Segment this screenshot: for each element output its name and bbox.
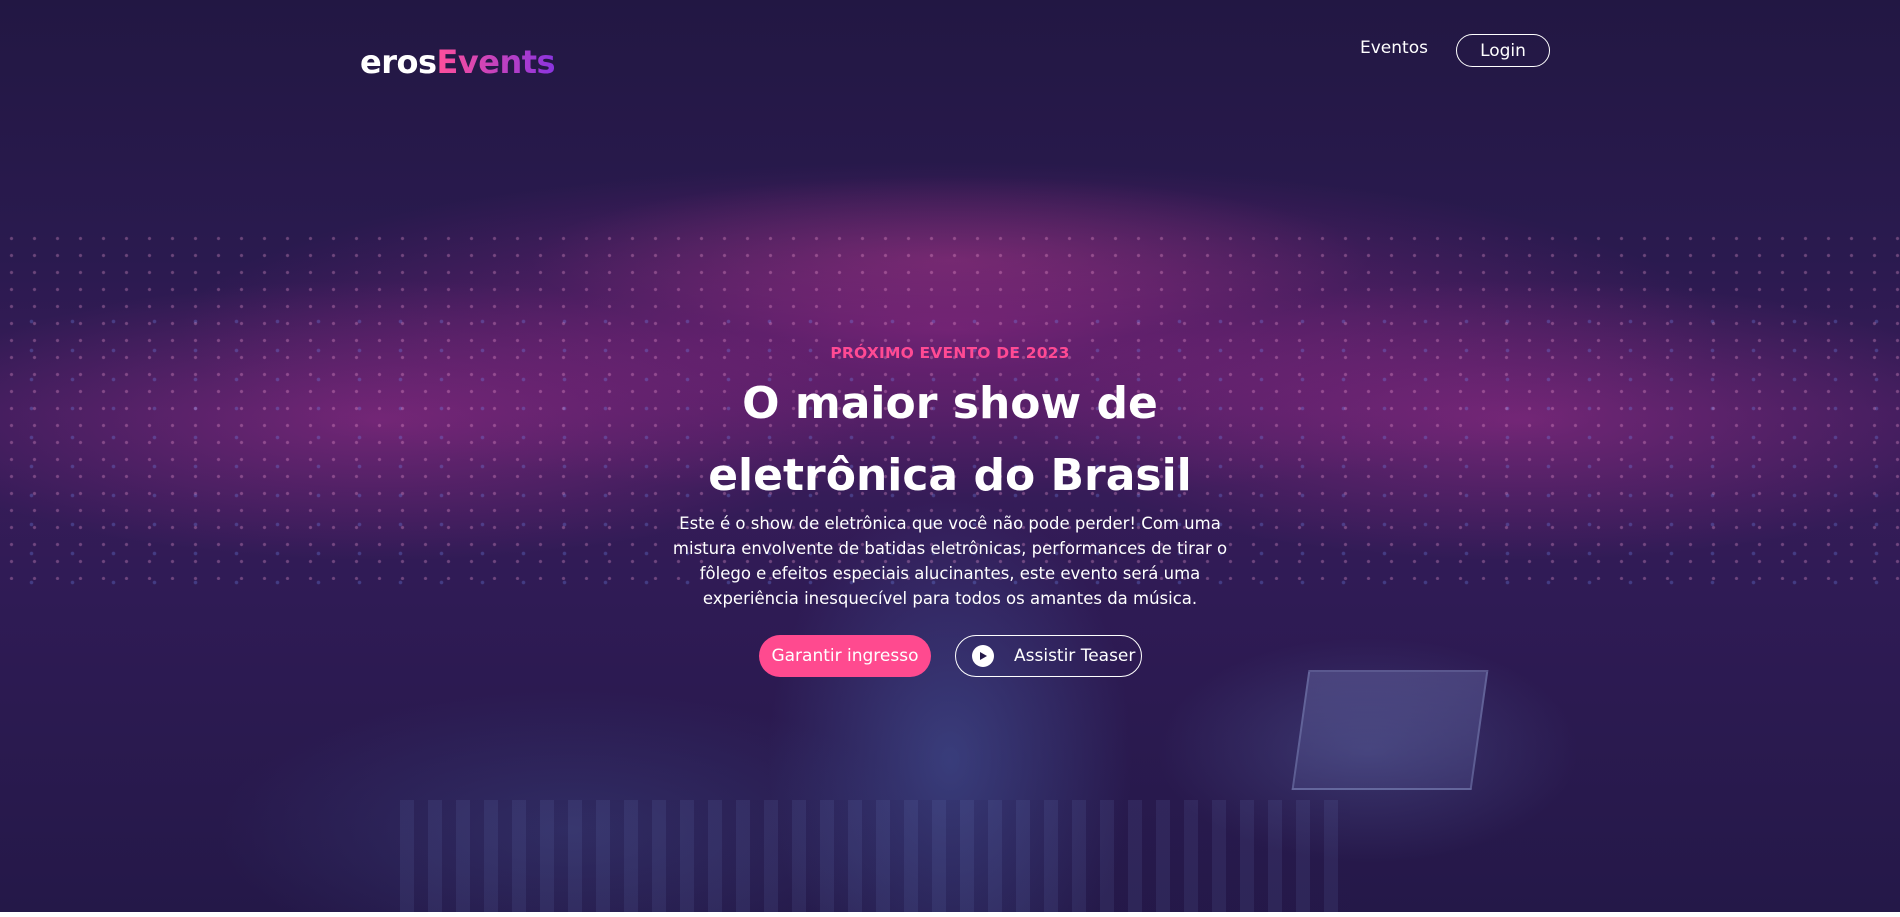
nav-link-eventos[interactable]: Eventos — [1360, 38, 1428, 58]
hero-eyebrow: PRÓXIMO EVENTO DE 2023 — [830, 344, 1070, 362]
watch-teaser-button[interactable]: Assistir Teaser — [955, 635, 1142, 677]
hero-headline: O maior show de eletrônica do Brasil — [0, 368, 1900, 512]
logo-text-events: Events — [436, 43, 556, 81]
watch-teaser-label: Assistir Teaser — [1014, 646, 1136, 666]
login-button[interactable]: Login — [1456, 34, 1550, 67]
hero-description: Este é o show de eletrônica que você não… — [672, 514, 1228, 608]
logo-text-eros: eros — [360, 43, 437, 81]
hero-headline-line1: O maior show de — [742, 378, 1158, 429]
site-logo[interactable]: erosEvents — [360, 43, 556, 81]
play-circle-icon — [972, 645, 994, 667]
buy-ticket-button[interactable]: Garantir ingresso — [759, 635, 931, 677]
dj-deck-image — [400, 800, 1350, 917]
dj-laptop-image — [1291, 670, 1489, 790]
hero-headline-line2: eletrônica do Brasil — [708, 450, 1192, 501]
hero-section: erosEvents Eventos Login PRÓXIMO EVENTO … — [0, 0, 1900, 917]
page-bottom-divider — [0, 912, 1900, 917]
